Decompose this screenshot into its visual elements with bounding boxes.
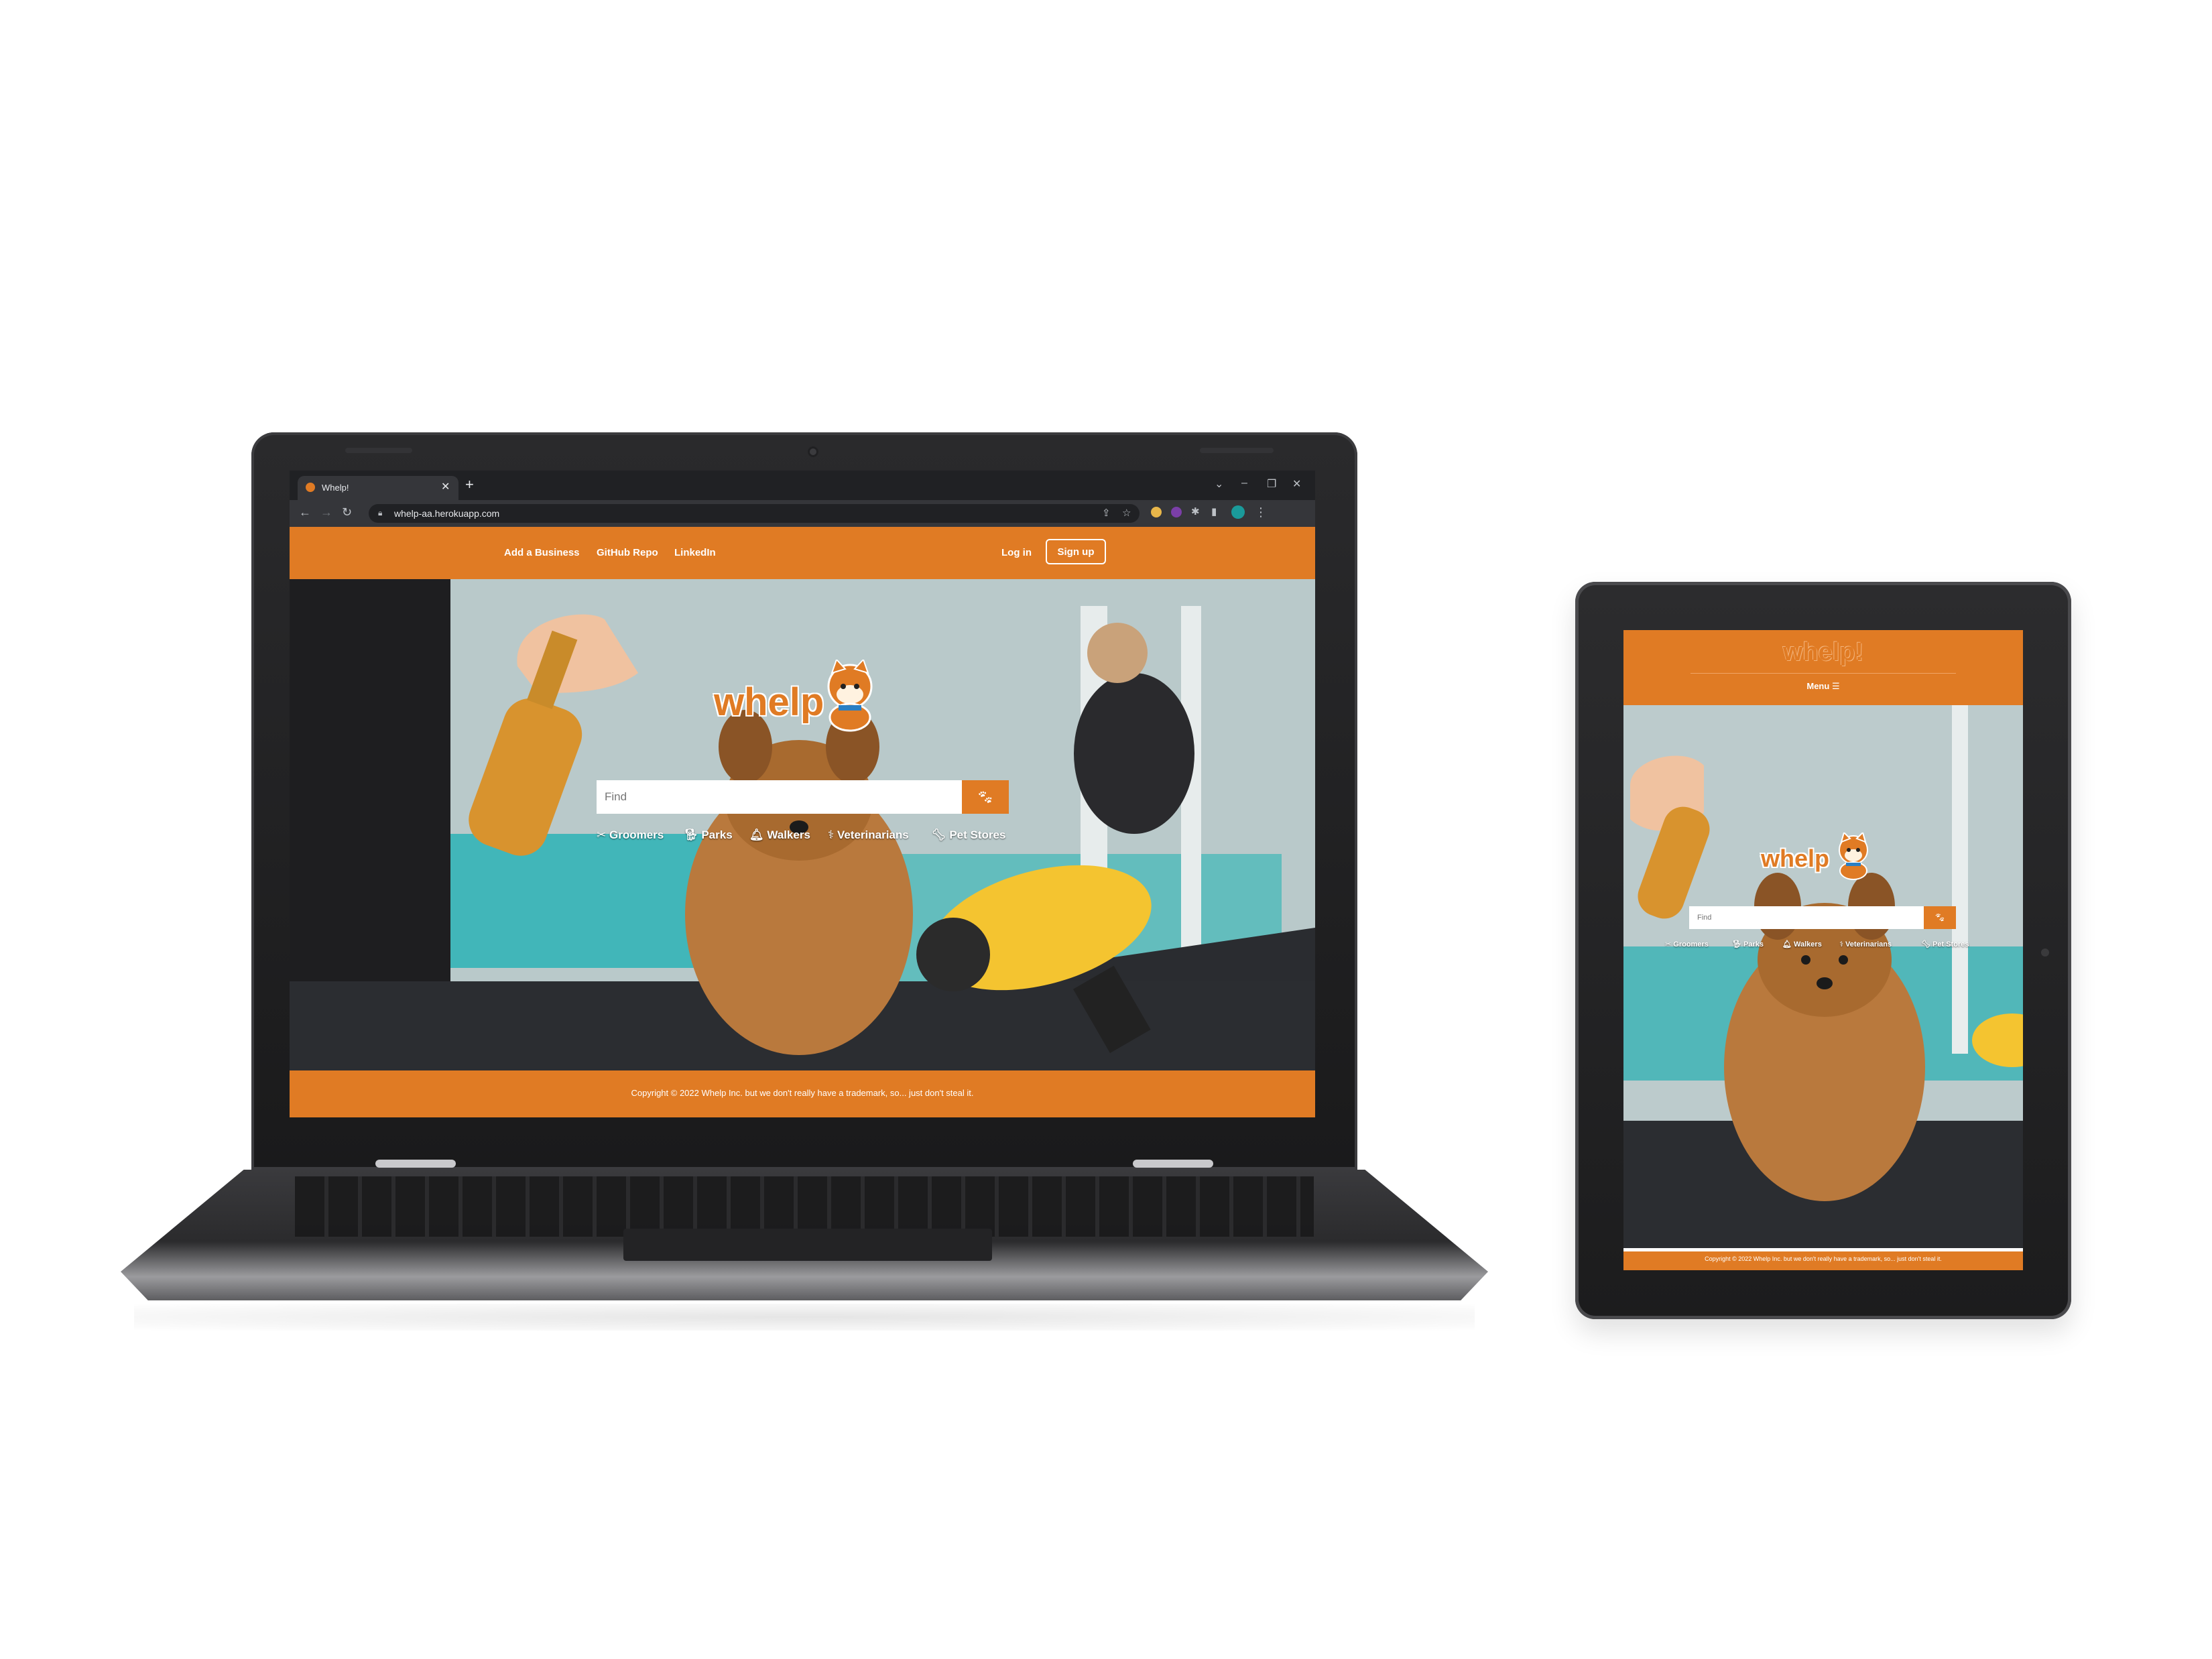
nav-github-link[interactable]: GitHub Repo: [597, 547, 658, 558]
category-parks[interactable]: 🐕︎ Parks: [1732, 940, 1764, 948]
tablet-screen: whelp! Menu ☰ whelp Find 🐾︎ ✂ Groomers 🐕…: [1623, 630, 2023, 1270]
webcam: [808, 446, 818, 457]
forward-icon[interactable]: →: [320, 505, 332, 519]
stethoscope-icon: ⚕: [1839, 940, 1843, 948]
extension-icon[interactable]: [1151, 507, 1162, 517]
hinge-left: [375, 1160, 456, 1168]
shiba-dog-icon: [1839, 833, 1868, 880]
url-text: whelp-aa.herokuapp.com: [394, 508, 500, 519]
side-panel-icon[interactable]: ▮: [1211, 505, 1217, 517]
bell-icon: 🔔︎: [749, 828, 764, 841]
scissors-icon: ✂: [1665, 940, 1672, 948]
stethoscope-icon: ⚕: [828, 828, 835, 841]
dog-icon: 🐕︎: [1732, 940, 1741, 948]
hamburger-icon: ☰: [1831, 681, 1840, 691]
extension-icon[interactable]: [1171, 507, 1182, 517]
hinge-right: [1133, 1160, 1213, 1168]
new-tab-icon[interactable]: +: [465, 476, 474, 493]
bookmark-star-icon[interactable]: ☆: [1122, 507, 1131, 519]
back-icon[interactable]: ←: [299, 505, 311, 519]
site-navbar: Add a Business GitHub Repo LinkedIn Log …: [290, 527, 1315, 579]
tablet-brand: whelp!: [1782, 638, 1864, 666]
laptop-screen: Whelp! ✕ + ⌄ – ❐ ✕ ← → ↻ 🔒︎ whelp-aa.her…: [290, 471, 1315, 1117]
category-groomers[interactable]: ✂ Groomers: [1665, 940, 1709, 948]
category-groomers[interactable]: ✂ Groomers: [597, 828, 664, 842]
bell-icon: 🔔︎: [1782, 940, 1792, 948]
tablet-header: whelp! Menu ☰: [1623, 630, 2023, 705]
dog-icon: 🐕︎: [684, 828, 698, 841]
tab-search-icon[interactable]: ⌄: [1215, 477, 1223, 491]
category-walkers[interactable]: 🔔︎ Walkers: [1782, 940, 1822, 948]
tablet-hero: whelp 🐾︎ ✂ Groomers 🐕︎ Parks 🔔︎ Walkers …: [1623, 705, 2023, 1248]
address-bar[interactable]: 🔒︎ whelp-aa.herokuapp.com ⇪ ☆: [369, 504, 1140, 523]
whelp-logo: whelp: [1761, 833, 1895, 893]
search-paw-button[interactable]: 🐾︎: [962, 780, 1009, 814]
site-footer: Copyright © 2022 Whelp Inc. but we don't…: [1623, 1248, 2023, 1270]
bone-icon: 🦴︎: [932, 828, 946, 841]
grooming-photo: [290, 579, 1315, 1070]
profile-avatar[interactable]: [1231, 505, 1245, 519]
category-veterinarians[interactable]: ⚕ Veterinarians: [1839, 940, 1892, 948]
browser-tab-bar: Whelp! ✕ + ⌄ – ❐ ✕: [290, 471, 1315, 500]
hero-banner: whelp 🐾︎ ✂ Groomers 🐕︎ Parks: [290, 579, 1315, 1070]
whelp-logo: whelp: [714, 660, 888, 740]
site-footer: Copyright © 2022 Whelp Inc. but we don't…: [290, 1070, 1315, 1117]
paw-icon: 🐾︎: [1934, 912, 1946, 922]
lid-speaker-right: [1200, 448, 1274, 453]
extensions-puzzle-icon[interactable]: ✱: [1191, 505, 1200, 517]
login-link[interactable]: Log in: [1001, 547, 1032, 558]
category-walkers[interactable]: 🔔︎ Walkers: [749, 828, 810, 842]
menu-toggle[interactable]: Menu ☰: [1623, 681, 2023, 692]
minimize-icon[interactable]: –: [1241, 477, 1247, 489]
search-paw-button[interactable]: 🐾︎: [1924, 906, 1956, 929]
grooming-photo: [1623, 705, 2023, 1248]
footer-copyright: Copyright © 2022 Whelp Inc. but we don't…: [631, 1088, 974, 1098]
signup-button[interactable]: Sign up: [1046, 539, 1106, 564]
nav-linkedin-link[interactable]: LinkedIn: [674, 547, 716, 558]
favicon-icon: [306, 483, 315, 492]
laptop-shadow: [134, 1304, 1475, 1331]
restore-icon[interactable]: ❐: [1267, 477, 1276, 491]
reload-icon[interactable]: ↻: [342, 505, 352, 519]
trackpad: [623, 1229, 992, 1261]
web-page: Add a Business GitHub Repo LinkedIn Log …: [290, 527, 1315, 1117]
tab-close-icon[interactable]: ✕: [441, 480, 450, 493]
paw-icon: 🐾︎: [977, 790, 994, 805]
category-pet-stores[interactable]: 🦴︎ Pet Stores: [932, 828, 1005, 842]
find-search-input[interactable]: [1689, 906, 1924, 929]
category-parks[interactable]: 🐕︎ Parks: [684, 828, 733, 842]
bone-icon: 🦴︎: [1921, 940, 1930, 948]
keyboard: [295, 1176, 1314, 1237]
browser-tab[interactable]: Whelp! ✕: [298, 476, 458, 500]
scissors-icon: ✂: [597, 828, 607, 841]
find-search-input[interactable]: [597, 780, 962, 814]
shiba-dog-icon: [827, 660, 873, 732]
footer-copyright: Copyright © 2022 Whelp Inc. but we don't…: [1705, 1255, 1942, 1262]
tablet-camera: [2041, 948, 2049, 957]
category-veterinarians[interactable]: ⚕ Veterinarians: [828, 828, 909, 842]
browser-toolbar: ← → ↻ 🔒︎ whelp-aa.herokuapp.com ⇪ ☆ ✱ ▮ …: [290, 500, 1315, 527]
nav-add-business-link[interactable]: Add a Business: [504, 547, 580, 558]
close-window-icon[interactable]: ✕: [1292, 477, 1301, 491]
share-icon[interactable]: ⇪: [1102, 507, 1111, 519]
tab-title: Whelp!: [322, 483, 349, 493]
lid-speaker-left: [345, 448, 412, 453]
lock-icon: 🔒︎: [378, 508, 383, 517]
browser-menu-icon[interactable]: ⋮: [1255, 505, 1267, 519]
header-divider: [1691, 673, 1956, 674]
category-pet-stores[interactable]: 🦴︎ Pet Stores: [1921, 940, 1969, 948]
